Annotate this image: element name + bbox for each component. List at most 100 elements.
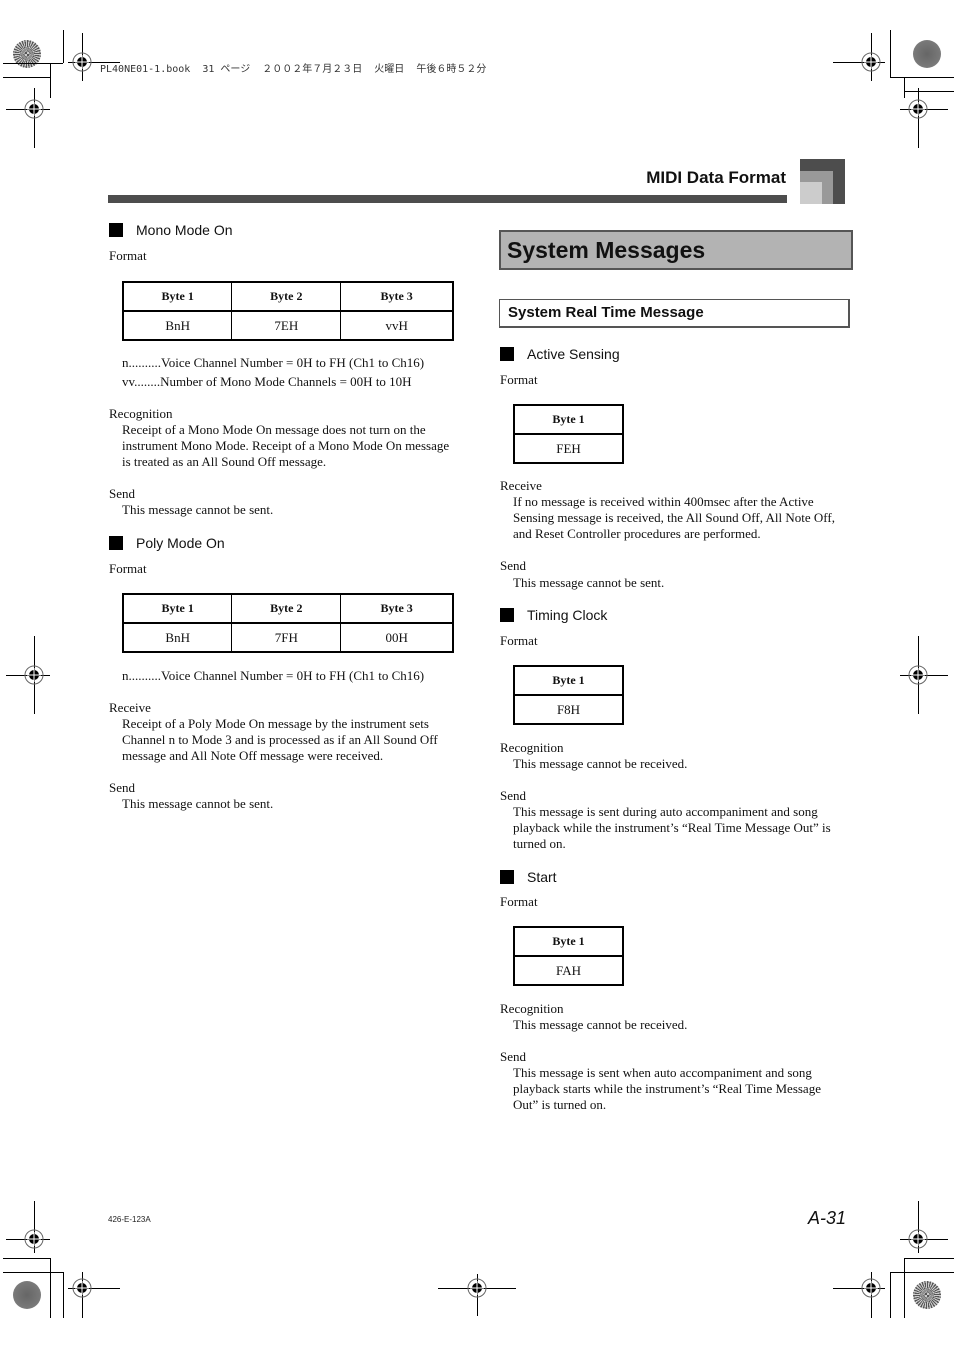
registration-mark-icon	[907, 664, 929, 686]
format-label: Format	[500, 633, 538, 648]
table-header-row: Byte 1	[513, 404, 624, 435]
send-label: Send	[500, 788, 526, 803]
table-header-cell: Byte 3	[340, 593, 454, 624]
note-line: n..........Voice Channel Number = 0H to …	[122, 668, 425, 683]
section-heading-text: Start	[527, 869, 557, 885]
table-cell: vvH	[340, 310, 454, 341]
table-row: BnH 7FH 00H	[122, 622, 454, 653]
table-row: FAH	[513, 955, 624, 986]
table-header-cell: Byte 1	[122, 593, 233, 624]
table-cell: FAH	[513, 955, 624, 986]
section-heading-start: Start	[500, 869, 557, 885]
crop-line	[904, 91, 954, 92]
table-header-cell: Byte 1	[513, 926, 624, 957]
send-label: Send	[109, 486, 135, 501]
table-header-cell: Byte 3	[340, 281, 454, 312]
crop-line	[904, 1258, 905, 1318]
send-text: This message cannot be sent.	[122, 502, 274, 517]
send-text: This message is sent during auto accompa…	[513, 804, 831, 851]
receive-label: Receive	[109, 700, 151, 715]
recognition-label: Recognition	[500, 1001, 564, 1016]
section-heading-poly-mode: Poly Mode On	[109, 535, 225, 551]
registration-mark-icon	[860, 51, 882, 73]
registration-mark-icon	[860, 1277, 882, 1299]
square-bullet-icon	[500, 608, 514, 622]
table-header-cell: Byte 2	[231, 281, 342, 312]
color-target-icon	[913, 40, 941, 68]
square-bullet-icon	[500, 870, 514, 884]
section-heading-text: Poly Mode On	[136, 535, 225, 551]
section-heading-active-sensing: Active Sensing	[500, 346, 620, 362]
registration-mark-icon	[23, 98, 45, 120]
running-header-title: MIDI Data Format	[646, 168, 786, 187]
receive-label: Receive	[500, 478, 542, 493]
send-label: Send	[500, 558, 526, 573]
print-header: PL40NE01-1.book 31 ページ ２００２年７月２３日 火曜日 午後…	[100, 64, 487, 75]
section-heading-text: Mono Mode On	[136, 222, 233, 238]
recognition-text: Receipt of a Mono Mode On message does n…	[122, 422, 450, 469]
format-label: Format	[109, 248, 147, 263]
format-table: Byte 1 Byte 2 Byte 3 BnH 7FH 00H	[122, 593, 454, 653]
color-target-icon	[13, 1281, 41, 1309]
receive-text: Receipt of a Poly Mode On message by the…	[122, 716, 438, 763]
registration-mark-icon	[23, 664, 45, 686]
registration-mark-icon	[466, 1277, 488, 1299]
crop-line	[3, 1258, 50, 1259]
table-cell: 7FH	[231, 622, 342, 653]
table-header-cell: Byte 1	[122, 281, 233, 312]
registration-mark-icon	[907, 98, 929, 120]
format-table: Byte 1 Byte 2 Byte 3 BnH 7EH vvH	[122, 281, 454, 341]
square-bullet-icon	[500, 347, 514, 361]
recognition-text: This message cannot be received.	[513, 1017, 688, 1032]
table-cell: BnH	[122, 622, 233, 653]
crop-line	[3, 77, 50, 78]
registration-mark-icon	[71, 1277, 93, 1299]
subsection-title: System Real Time Message	[499, 299, 850, 328]
table-header-cell: Byte 2	[231, 593, 342, 624]
header-corner-decoration	[800, 182, 822, 204]
table-header-row: Byte 1	[513, 665, 624, 696]
note-line: n..........Voice Channel Number = 0H to …	[122, 355, 425, 370]
color-target-icon	[913, 1281, 941, 1309]
crop-line	[50, 63, 51, 98]
crop-line	[50, 1258, 51, 1318]
crop-line	[890, 30, 891, 78]
table-header-row: Byte 1 Byte 2 Byte 3	[122, 593, 454, 624]
send-label: Send	[500, 1049, 526, 1064]
table-cell: FEH	[513, 433, 624, 464]
format-table: Byte 1 FAH	[513, 926, 624, 986]
table-cell: F8H	[513, 694, 624, 725]
table-cell: 00H	[340, 622, 454, 653]
table-header-cell: Byte 1	[513, 404, 624, 435]
format-label: Format	[500, 894, 538, 909]
square-bullet-icon	[109, 223, 123, 237]
send-text: This message cannot be sent.	[122, 796, 274, 811]
format-label: Format	[500, 372, 538, 387]
header-rule	[108, 195, 787, 203]
square-bullet-icon	[109, 536, 123, 550]
crop-line	[890, 77, 954, 78]
section-heading-text: Timing Clock	[527, 607, 608, 623]
section-heading-text: Active Sensing	[527, 346, 620, 362]
format-table: Byte 1 F8H	[513, 665, 624, 725]
crop-line	[3, 1272, 63, 1273]
crop-line	[890, 1272, 891, 1318]
table-header-row: Byte 1	[513, 926, 624, 957]
section-heading-timing-clock: Timing Clock	[500, 607, 607, 623]
table-row: BnH 7EH vvH	[122, 310, 454, 341]
note-line: vv........Number of Mono Mode Channels =…	[122, 374, 412, 389]
table-row: F8H	[513, 694, 624, 725]
table-row: FEH	[513, 433, 624, 464]
receive-text: If no message is received within 400msec…	[513, 494, 835, 541]
registration-mark-icon	[23, 1228, 45, 1250]
registration-mark-icon	[71, 51, 93, 73]
format-table: Byte 1 FEH	[513, 404, 624, 464]
send-text: This message is sent when auto accompani…	[513, 1065, 821, 1112]
send-text: This message cannot be sent.	[513, 575, 665, 590]
section-title: System Messages	[499, 230, 853, 270]
crop-line	[904, 78, 905, 98]
format-label: Format	[109, 561, 147, 576]
registration-mark-icon	[907, 1228, 929, 1250]
crop-line	[904, 1258, 954, 1259]
table-cell: BnH	[122, 310, 233, 341]
